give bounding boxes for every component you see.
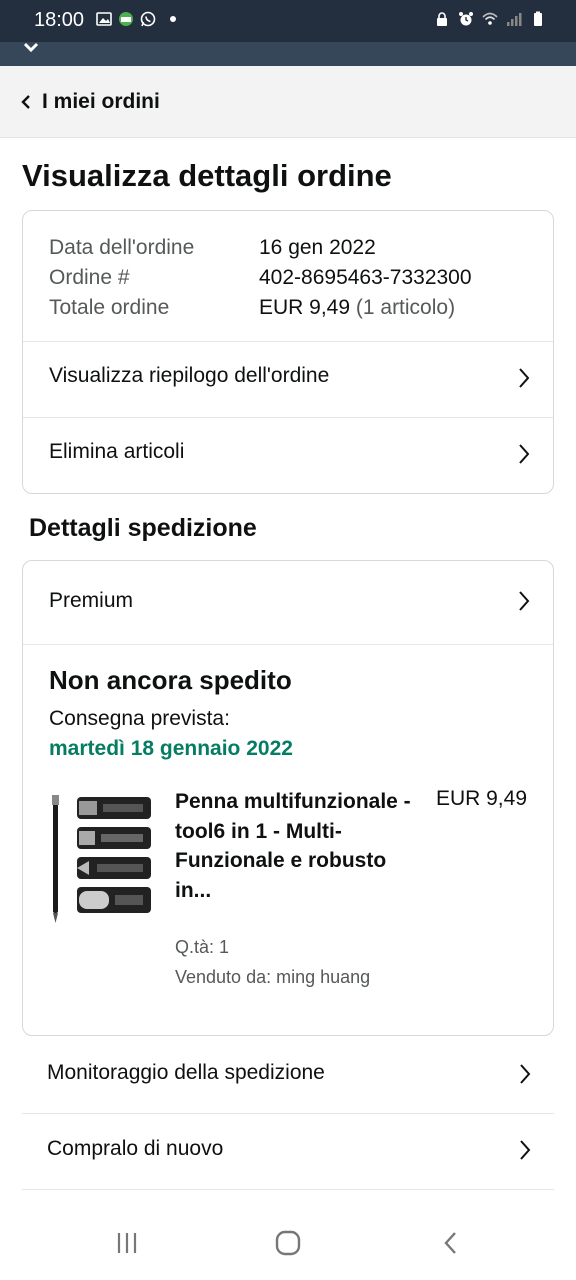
buy-again-label: Compralo di nuovo [47,1137,224,1160]
battery-icon [534,11,542,26]
whatsapp-icon [140,11,156,27]
shipping-section-title: Dettagli spedizione [29,514,257,542]
wifi-icon [482,12,498,25]
notification-icons [96,11,176,27]
order-total-amount: EUR 9,49 [259,296,351,319]
order-date-value: 16 gen 2022 [259,236,376,259]
order-total-label: Totale ordine [49,296,170,319]
image-icon [96,12,112,26]
status-time: 18:00 [34,9,85,31]
product-seller: Venduto da: ming huang [175,967,371,987]
shipping-method-link[interactable]: Premium [23,561,553,645]
home-icon[interactable] [275,1230,301,1256]
remove-items-link[interactable]: Elimina articoli [23,417,553,493]
status-bar: 18:00 [0,0,576,42]
product-title[interactable]: Penna multifunzionale - tool6 in 1 - Mul… [175,787,415,905]
chevron-left-icon [21,95,30,109]
track-shipment-link[interactable]: Monitoraggio della spedizione [22,1038,554,1114]
chevron-down-icon[interactable] [22,42,40,56]
back-icon[interactable] [438,1230,464,1256]
product-quantity: Q.tà: 1 [175,937,230,957]
view-order-summary-link[interactable]: Visualizza riepilogo dell'ordine [23,341,553,417]
lock-icon [437,12,447,26]
order-info-grid: Data dell'ordine 16 gen 2022 Ordine # 40… [49,233,472,323]
chevron-right-icon [519,444,530,464]
view-order-summary-label: Visualizza riepilogo dell'ordine [49,364,330,387]
chevron-right-icon [519,591,530,611]
more-notifications-dot [170,16,176,22]
shipping-method-label: Premium [49,589,134,612]
order-date-label: Data dell'ordine [49,236,195,259]
page-title: Visualizza dettagli ordine [22,158,392,193]
alarm-icon [459,12,473,26]
order-total-row: Totale ordine EUR 9,49 (1 articolo) [49,293,472,323]
remove-items-label: Elimina articoli [49,440,185,463]
order-info-card: Data dell'ordine 16 gen 2022 Ordine # 40… [22,210,554,494]
order-date-row: Data dell'ordine 16 gen 2022 [49,233,472,263]
shipping-card: Premium Non ancora spedito Consegna prev… [22,560,554,1036]
chevron-right-icon [519,368,530,388]
order-number-value: 402-8695463-7332300 [259,266,472,289]
signal-icon [507,13,522,26]
delivery-eta-label: Consegna prevista: [49,707,230,730]
system-icons [434,11,546,27]
product-image[interactable] [49,791,153,925]
recent-apps-icon[interactable] [114,1230,140,1256]
buy-again-link[interactable]: Compralo di nuovo [22,1114,554,1190]
order-number-label: Ordine # [49,266,130,289]
order-total-value: EUR 9,49 (1 articolo) [259,293,455,323]
delivery-eta-date: martedì 18 gennaio 2022 [49,737,293,760]
back-navigation[interactable]: I miei ordini [0,66,576,138]
header-strip [0,42,576,66]
app-icon [119,12,133,26]
back-link-label[interactable]: I miei ordini [42,90,160,114]
system-navigation-bar [0,1210,576,1280]
chevron-right-icon [520,1140,531,1160]
product-price: EUR 9,49 [435,787,527,810]
shipment-status: Non ancora spedito [49,665,292,695]
order-total-count: (1 articolo) [350,296,456,319]
chevron-right-icon [520,1064,531,1084]
order-number-row: Ordine # 402-8695463-7332300 [49,263,472,293]
track-shipment-label: Monitoraggio della spedizione [47,1061,325,1084]
